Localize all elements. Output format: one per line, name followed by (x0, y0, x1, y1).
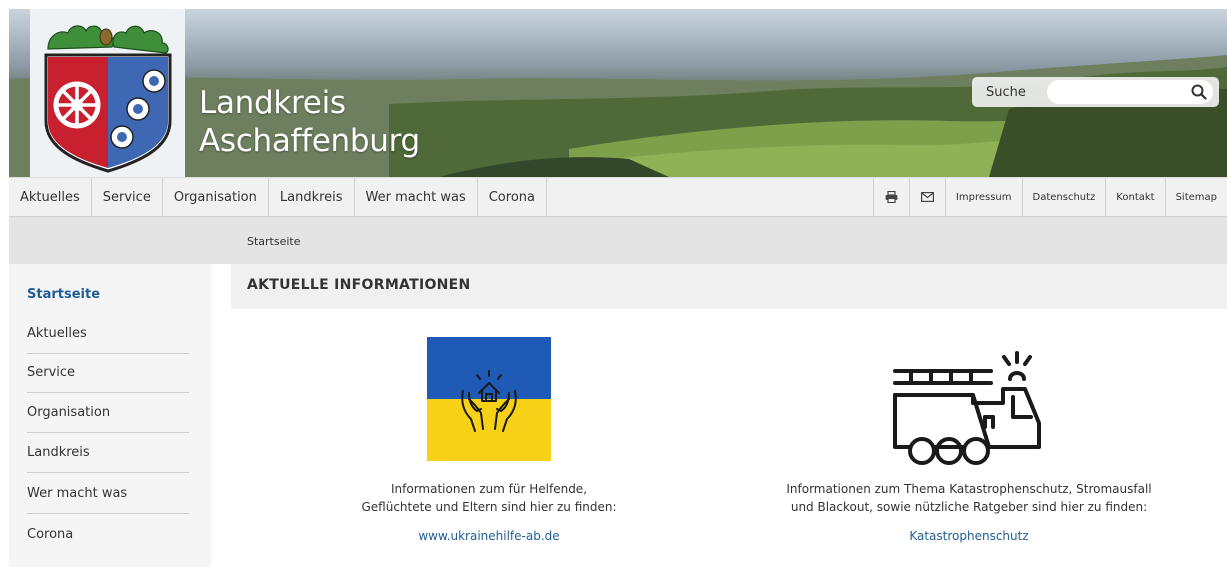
page-title: AKTUELLE INFORMATIONEN (247, 277, 471, 293)
site-header: Landkreis Aschaffenburg Suche (9, 9, 1227, 177)
search-icon[interactable] (1191, 84, 1207, 100)
search-input[interactable] (1047, 80, 1213, 104)
ukraine-info-line2: Geflüchtete und Eltern sind hier zu find… (361, 500, 617, 514)
nav-util-datenschutz[interactable]: Datenschutz (1023, 178, 1107, 216)
sidebar-item-startseite[interactable]: Startseite (27, 274, 189, 314)
nav-util-impressum[interactable]: Impressum (946, 178, 1023, 216)
nav-item-service[interactable]: Service (92, 178, 163, 216)
nav-util-sitemap[interactable]: Sitemap (1166, 178, 1227, 216)
nav-item-organisation[interactable]: Organisation (163, 178, 269, 216)
breadcrumb-current[interactable]: Startseite (247, 235, 301, 248)
logo-panel (30, 9, 185, 177)
coat-of-arms-logo[interactable] (30, 9, 185, 177)
print-button[interactable] (874, 178, 910, 216)
sidebar-item-aktuelles[interactable]: Aktuelles (27, 314, 189, 354)
sidebar-item-wer-macht-was[interactable]: Wer macht was (27, 474, 189, 514)
sidebar-item-corona[interactable]: Corona (27, 514, 189, 554)
nav-item-wer-macht-was[interactable]: Wer macht was (355, 178, 478, 216)
sidebar-item-organisation[interactable]: Organisation (27, 393, 189, 433)
sidebar-item-service[interactable]: Service (27, 353, 189, 393)
breadcrumb: Startseite (9, 217, 1227, 264)
content-header: AKTUELLE INFORMATIONEN (231, 264, 1227, 309)
site-title-line1: Landkreis (199, 85, 346, 121)
content-area: Informationen zum für Helfende, Geflücht… (231, 309, 1227, 567)
ukraine-link[interactable]: www.ukrainehilfe-ab.de (319, 529, 659, 543)
site-title-line2: Aschaffenburg (199, 123, 420, 159)
main-nav: Aktuelles Service Organisation Landkreis… (9, 177, 1227, 217)
fire-truck-icon[interactable] (889, 347, 1049, 467)
print-icon (885, 191, 898, 203)
ukraine-info-text: Informationen zum für Helfende, Geflücht… (319, 480, 659, 516)
ukraine-help-icon[interactable] (427, 337, 551, 461)
search-box: Suche (972, 77, 1219, 107)
mail-icon (920, 192, 934, 202)
site-title[interactable]: Landkreis Aschaffenburg (199, 84, 420, 160)
katastrophenschutz-info-text: Informationen zum Thema Katastrophenschu… (771, 480, 1167, 516)
nav-item-aktuelles[interactable]: Aktuelles (9, 178, 92, 216)
nav-spacer (547, 178, 874, 216)
katastrophenschutz-info-line2: und Blackout, sowie nützliche Ratgeber s… (790, 500, 1148, 514)
mail-button[interactable] (910, 178, 946, 216)
nav-util-kontakt[interactable]: Kontakt (1106, 178, 1166, 216)
sidebar: Startseite Aktuelles Service Organisatio… (9, 264, 211, 567)
katastrophenschutz-info-line1: Informationen zum Thema Katastrophenschu… (786, 482, 1152, 496)
katastrophenschutz-link[interactable]: Katastrophenschutz (771, 529, 1167, 543)
ukraine-info-line1: Informationen zum für Helfende, (390, 482, 588, 496)
sidebar-item-landkreis[interactable]: Landkreis (27, 433, 189, 473)
nav-item-corona[interactable]: Corona (478, 178, 547, 216)
search-label: Suche (986, 84, 1026, 100)
nav-item-landkreis[interactable]: Landkreis (269, 178, 355, 216)
